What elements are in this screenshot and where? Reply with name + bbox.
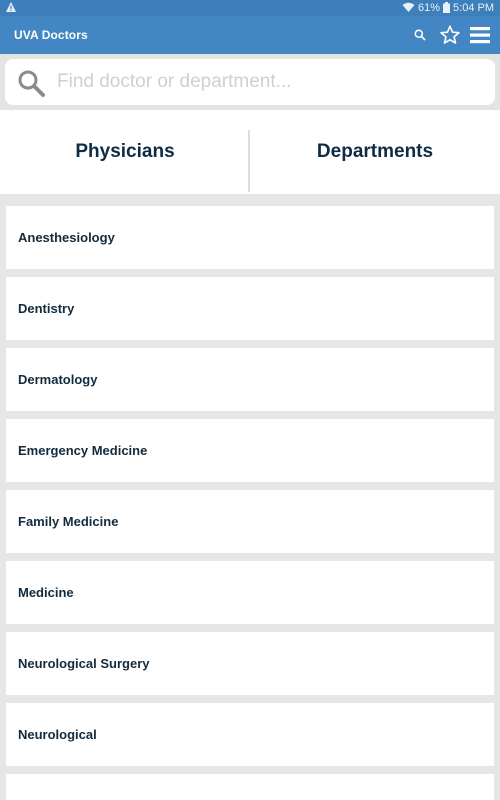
department-name: Neurological xyxy=(18,727,97,742)
list-item[interactable]: Family Medicine xyxy=(6,490,494,553)
hamburger-menu-icon xyxy=(470,27,490,44)
department-name: Emergency Medicine xyxy=(18,443,148,458)
app-title: UVA Doctors xyxy=(14,28,88,42)
status-time: 5:04 PM xyxy=(453,1,494,14)
search-area xyxy=(0,54,500,110)
department-name: Medicine xyxy=(18,585,74,600)
app-bar: UVA Doctors xyxy=(0,16,500,54)
warning-triangle-icon xyxy=(6,2,16,12)
department-list: Anesthesiology Dentistry Dermatology Eme… xyxy=(0,194,500,800)
search-input[interactable] xyxy=(57,67,487,97)
list-item[interactable]: Dermatology xyxy=(6,348,494,411)
list-item[interactable]: Neurological xyxy=(6,703,494,766)
department-name: Dentistry xyxy=(18,301,75,316)
list-item[interactable]: Dentistry xyxy=(6,277,494,340)
department-name: Anesthesiology xyxy=(18,230,115,245)
search-icon xyxy=(18,70,45,97)
tab-physicians[interactable]: Physicians xyxy=(0,110,250,194)
list-item[interactable]: Neurological Surgery xyxy=(6,632,494,695)
status-bar: 61% 5:04 PM xyxy=(0,0,500,16)
department-name: Family Medicine xyxy=(18,514,119,529)
tab-bar: Physicians Departments xyxy=(0,110,500,303)
status-right: 61% 5:04 PM xyxy=(402,1,494,14)
list-item-partial[interactable] xyxy=(6,774,494,800)
star-outline-icon xyxy=(440,25,460,44)
search-box[interactable] xyxy=(5,59,495,105)
menu-button[interactable] xyxy=(468,16,492,54)
favorites-button[interactable] xyxy=(437,16,463,54)
department-name: Dermatology xyxy=(18,372,98,387)
search-icon xyxy=(414,29,426,41)
battery-icon xyxy=(443,2,451,13)
wifi-icon xyxy=(402,2,415,12)
battery-percent: 61% xyxy=(418,1,441,14)
list-item[interactable]: Emergency Medicine xyxy=(6,419,494,482)
list-item[interactable]: Anesthesiology xyxy=(6,206,494,269)
search-button[interactable] xyxy=(409,16,431,54)
tab-departments[interactable]: Departments xyxy=(250,110,500,194)
department-name: Neurological Surgery xyxy=(18,656,150,671)
list-item[interactable]: Medicine xyxy=(6,561,494,624)
